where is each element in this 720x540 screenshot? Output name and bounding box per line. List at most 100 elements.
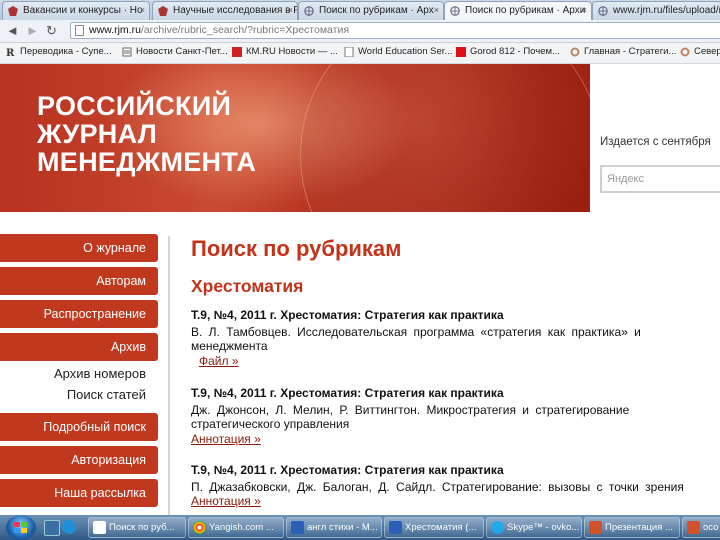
file-link[interactable]: Файл » bbox=[199, 354, 239, 368]
close-tab-icon[interactable]: × bbox=[582, 2, 587, 19]
forward-button[interactable]: ► bbox=[26, 23, 39, 38]
browser-tab-active[interactable]: Поиск по рубрикам · Архи × bbox=[444, 1, 592, 20]
since-text: Издается с сентября bbox=[600, 136, 711, 148]
sidebar-item-newsletter[interactable]: Наша рассылка bbox=[0, 479, 158, 507]
word-icon bbox=[291, 521, 304, 534]
taskbar-task[interactable]: осо bbox=[682, 517, 720, 538]
ie-icon[interactable] bbox=[62, 520, 76, 534]
bookmark-item[interactable]: Главная - Стратеги... bbox=[570, 46, 676, 57]
article-authors: Дж. Джонсон, Л. Мелин, Р. Виттингтон. Ми… bbox=[191, 403, 630, 417]
bookmark-item[interactable]: Новости Санкт-Пет... bbox=[122, 46, 228, 57]
article-authors: П. Джазабковски, Дж. Балоган, Д. Сайдл. … bbox=[191, 480, 684, 494]
site-banner: РОССИЙСКИЙ ЖУРНАЛ МЕНЕДЖМЕНТА Издается с… bbox=[0, 64, 720, 212]
windows-logo-icon bbox=[14, 522, 27, 533]
close-tab-icon[interactable]: × bbox=[434, 2, 439, 19]
r-logo-icon: R bbox=[6, 48, 15, 57]
sidebar-item-authors[interactable]: Авторам bbox=[0, 267, 158, 295]
task-label: Хрестоматия (... bbox=[405, 522, 477, 533]
bookmark-label: Новости Санкт-Пет... bbox=[136, 46, 228, 57]
page-icon bbox=[75, 25, 84, 36]
taskbar-task[interactable]: англ стихи - М... bbox=[286, 517, 382, 538]
annotation-link[interactable]: Аннотация » bbox=[191, 432, 261, 446]
taskbar-task[interactable]: Yangish.com ... bbox=[188, 517, 284, 538]
address-row: ◄ ► ↻ www.rjm.ru/archive/rubric_search/?… bbox=[0, 20, 720, 43]
bookmark-label: Главная - Стратеги... bbox=[584, 46, 677, 57]
sidebar-item-advanced-search[interactable]: Подробный поиск bbox=[0, 413, 158, 441]
sidebar-item-login[interactable]: Авторизация bbox=[0, 446, 158, 474]
task-label: Презентация ... bbox=[605, 522, 673, 533]
sidebar-subitem-issues-archive[interactable]: Архив номеров bbox=[0, 366, 158, 381]
news-icon bbox=[122, 47, 132, 57]
browser-tab[interactable]: Научные исследования в Р × bbox=[152, 1, 298, 20]
globe-icon bbox=[450, 6, 460, 16]
article-title[interactable]: Т.9, №4, 2011 г. Хрестоматия: Стратегия … bbox=[191, 463, 720, 477]
skype-icon bbox=[491, 521, 504, 534]
show-desktop-icon[interactable] bbox=[44, 520, 60, 536]
close-tab-icon[interactable]: × bbox=[140, 2, 145, 19]
bookmark-label: КМ.RU Новости — ... bbox=[246, 46, 338, 57]
column-divider bbox=[168, 236, 170, 516]
article-title[interactable]: Т.9, №4, 2011 г. Хрестоматия: Стратегия … bbox=[191, 308, 720, 322]
gear-icon bbox=[680, 47, 690, 57]
crest-icon bbox=[8, 6, 18, 16]
article-title[interactable]: Т.9, №4, 2011 г. Хрестоматия: Стратегия … bbox=[191, 386, 720, 400]
bookmarks-bar: R Переводика - Супе... Новости Санкт-Пет… bbox=[0, 43, 720, 64]
logo-line: РОССИЙСКИЙ bbox=[37, 91, 232, 121]
page-icon bbox=[344, 47, 354, 57]
sidebar-item-distribution[interactable]: Распространение bbox=[0, 300, 158, 328]
taskbar-task[interactable]: Презентация ... bbox=[584, 517, 680, 538]
km-logo-icon bbox=[232, 47, 242, 57]
tab-label: Вакансии и конкурсы · Но bbox=[23, 5, 143, 16]
task-label: Skype™ - ovko... bbox=[507, 522, 580, 533]
bookmark-item[interactable]: КМ.RU Новости — ... bbox=[232, 46, 338, 57]
bookmark-label: Север bbox=[694, 46, 720, 57]
url-text: www.rjm.ru/archive/rubric_search/?rubric… bbox=[89, 24, 349, 36]
site-logo[interactable]: РОССИЙСКИЙ ЖУРНАЛ МЕНЕДЖМЕНТА bbox=[37, 92, 256, 176]
bookmark-item[interactable]: Север bbox=[680, 46, 720, 57]
bookmark-label: Переводика - Супе... bbox=[20, 46, 112, 57]
svg-text:R: R bbox=[6, 48, 15, 57]
article-entry: Т.9, №4, 2011 г. Хрестоматия: Стратегия … bbox=[191, 308, 720, 368]
powerpoint-icon bbox=[589, 521, 602, 534]
tab-label: www.rjm.ru/files/upload/rjm bbox=[613, 5, 720, 16]
globe-icon bbox=[598, 6, 608, 16]
back-button[interactable]: ◄ bbox=[6, 23, 19, 38]
page-title: Поиск по рубрикам bbox=[191, 236, 402, 261]
taskbar-task[interactable]: Хрестоматия (... bbox=[384, 517, 484, 538]
task-label: англ стихи - М... bbox=[307, 522, 378, 533]
article-entry: Т.9, №4, 2011 г. Хрестоматия: Стратегия … bbox=[191, 463, 720, 508]
address-bar[interactable]: www.rjm.ru/archive/rubric_search/?rubric… bbox=[70, 22, 720, 39]
globe-icon bbox=[304, 6, 314, 16]
search-placeholder: Яндекс bbox=[607, 173, 644, 185]
task-label: осо bbox=[703, 522, 719, 533]
reload-button[interactable]: ↻ bbox=[46, 23, 57, 39]
rubric-heading: Хрестоматия bbox=[191, 276, 304, 296]
start-button[interactable] bbox=[6, 515, 36, 540]
yandex-search-input[interactable]: Яндекс bbox=[600, 165, 720, 193]
url-domain: www.rjm.ru bbox=[89, 24, 141, 36]
bookmark-item[interactable]: Gorod 812 - Почем... bbox=[456, 46, 560, 57]
browser-tab[interactable]: www.rjm.ru/files/upload/rjm bbox=[592, 1, 720, 20]
article-authors: В. Л. Тамбовцев. Исследовательская прогр… bbox=[191, 325, 641, 339]
tab-label: Научные исследования в Р bbox=[173, 5, 298, 16]
logo-line: ЖУРНАЛ bbox=[37, 119, 157, 149]
crest-icon bbox=[158, 6, 168, 16]
taskbar-task[interactable]: Skype™ - ovko... bbox=[486, 517, 582, 538]
powerpoint-icon bbox=[687, 521, 700, 534]
tab-label: Поиск по рубрикам · Арх bbox=[319, 5, 434, 16]
taskbar-task[interactable]: Поиск по руб... bbox=[88, 517, 186, 538]
bookmark-label: Gorod 812 - Почем... bbox=[470, 46, 560, 57]
sidebar-subitem-article-search[interactable]: Поиск статей bbox=[0, 387, 158, 402]
sidebar-item-about[interactable]: О журнале bbox=[0, 234, 158, 262]
close-tab-icon[interactable]: × bbox=[288, 2, 293, 19]
sidebar-item-archive[interactable]: Архив bbox=[0, 333, 158, 361]
gear-icon bbox=[570, 47, 580, 57]
bookmark-item[interactable]: R Переводика - Супе... bbox=[6, 46, 112, 57]
task-label: Поиск по руб... bbox=[109, 522, 175, 533]
bookmark-item[interactable]: World Education Ser... bbox=[344, 46, 452, 57]
browser-tab[interactable]: Вакансии и конкурсы · Но × bbox=[2, 1, 150, 20]
article-continuation: стратегического управления bbox=[191, 417, 350, 431]
logo-line: МЕНЕДЖМЕНТА bbox=[37, 147, 257, 177]
browser-tab[interactable]: Поиск по рубрикам · Арх × bbox=[298, 1, 444, 20]
annotation-link[interactable]: Аннотация » bbox=[191, 494, 261, 508]
